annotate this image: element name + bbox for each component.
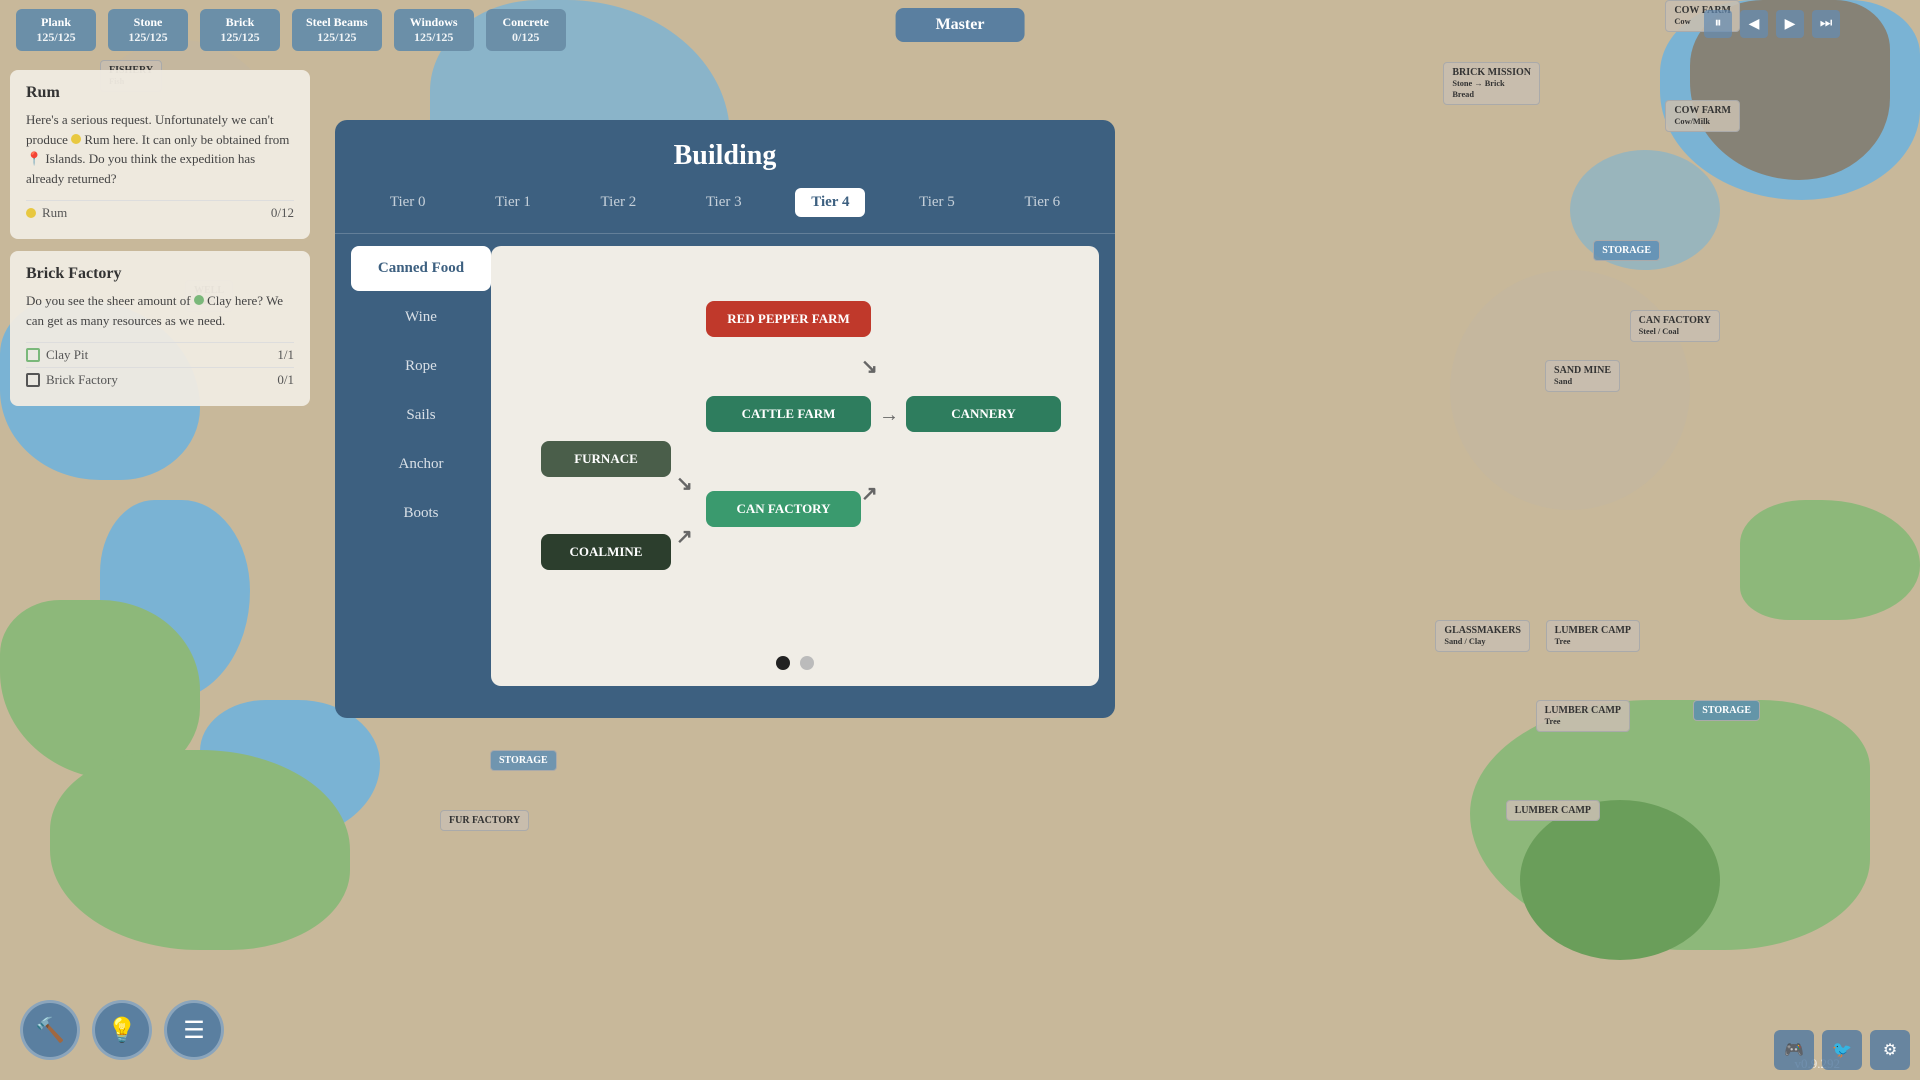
rewind-button[interactable]: ◀ — [1740, 10, 1768, 38]
resource-steel-beams: Steel Beams 125/125 — [292, 9, 382, 51]
play-button[interactable]: ▶ — [1776, 10, 1804, 38]
map-node-lumber-camp3: LUMBER CAMP — [1506, 800, 1600, 821]
node-cannery[interactable]: CANNERY — [906, 396, 1061, 432]
map-node-storage3: STORAGE — [490, 750, 557, 771]
resource-concrete: Concrete 0/125 — [486, 9, 566, 51]
quest-brick-body: Do you see the sheer amount of Clay here… — [26, 291, 294, 330]
tier-tab-5[interactable]: Tier 5 — [903, 188, 971, 217]
idea-button[interactable]: 💡 — [92, 1000, 152, 1060]
menu-button[interactable]: ☰ — [164, 1000, 224, 1060]
page-dots — [776, 656, 814, 670]
quest-brick-factory: Brick Factory Do you see the sheer amoun… — [10, 251, 310, 406]
tier-tabs[interactable]: Tier 0 Tier 1 Tier 2 Tier 3 Tier 4 Tier … — [335, 188, 1115, 234]
quest-rum: Rum Here's a serious request. Unfortunat… — [10, 70, 310, 239]
resource-plank: Plank 125/125 — [16, 9, 96, 51]
arrow-cattle-to-cannery: → — [879, 404, 899, 427]
node-furnace[interactable]: FURNACE — [541, 441, 671, 477]
node-red-pepper-farm[interactable]: RED PEPPER FARM — [706, 301, 871, 337]
clay-pit-icon — [26, 348, 40, 362]
pause-button[interactable]: ⏸ — [1704, 10, 1732, 38]
discord-button[interactable]: 🎮 — [1774, 1030, 1814, 1070]
hammer-button[interactable]: 🔨 — [20, 1000, 80, 1060]
map-node-lumber-camp1: LUMBER CAMPTree — [1546, 620, 1640, 652]
building-item-canned-food[interactable]: Canned Food — [351, 246, 491, 291]
modal-body: Canned Food Wine Rope Sails Anchor Boots… — [351, 234, 1099, 698]
map-node-sand-mine: SAND MINESand — [1545, 360, 1620, 392]
page-dot-2[interactable] — [800, 656, 814, 670]
resource-windows: Windows 125/125 — [394, 9, 474, 51]
tier-tab-4[interactable]: Tier 4 — [795, 188, 865, 217]
building-list[interactable]: Canned Food Wine Rope Sails Anchor Boots — [351, 234, 491, 698]
node-can-factory[interactable]: CAN FACTORY — [706, 491, 861, 527]
modal-title: Building — [335, 120, 1115, 188]
map-node-storage2: STORAGE — [1693, 700, 1760, 721]
quest-rum-title: Rum — [26, 84, 294, 102]
bottom-toolbar[interactable]: 🔨 💡 ☰ — [20, 1000, 224, 1060]
arrow-canfactory-to-cannery: ↗ — [861, 481, 878, 506]
tier-tab-2[interactable]: Tier 2 — [585, 188, 653, 217]
building-modal: Building Tier 0 Tier 1 Tier 2 Tier 3 Tie… — [335, 120, 1115, 718]
fast-forward-button[interactable]: ⏭ — [1812, 10, 1840, 38]
map-node-glassmakers: GLASSMAKERSSand / Clay — [1435, 620, 1530, 652]
tier-tab-1[interactable]: Tier 1 — [479, 188, 547, 217]
map-node-can-factory-map: CAN FACTORYSteel / Coal — [1630, 310, 1720, 342]
quest-clay-pit-item: Clay Pit 1/1 — [26, 342, 294, 367]
quest-brick-title: Brick Factory — [26, 265, 294, 283]
building-item-boots[interactable]: Boots — [351, 491, 491, 536]
resource-stone: Stone 125/125 — [108, 9, 188, 51]
tier-tab-6[interactable]: Tier 6 — [1008, 188, 1076, 217]
rum-icon — [26, 208, 36, 218]
page-dot-1[interactable] — [776, 656, 790, 670]
tier-tab-3[interactable]: Tier 3 — [690, 188, 758, 217]
arrow-furnace-to-canfactory: ↘ — [676, 471, 693, 496]
diagram-area: RED PEPPER FARM ↘ CATTLE FARM → CANNERY … — [491, 246, 1099, 686]
quest-brick-factory-item: Brick Factory 0/1 — [26, 367, 294, 392]
map-node-fur-factory: FUR FACTORY — [440, 810, 529, 831]
building-item-anchor[interactable]: Anchor — [351, 442, 491, 487]
map-node-lumber-camp2: LUMBER CAMPTree — [1536, 700, 1630, 732]
settings-button[interactable]: ⚙ — [1870, 1030, 1910, 1070]
tier-tab-0[interactable]: Tier 0 — [374, 188, 442, 217]
map-node-storage: STORAGE — [1593, 240, 1660, 261]
building-item-wine[interactable]: Wine — [351, 295, 491, 340]
quest-rum-item: Rum 0/12 — [26, 200, 294, 225]
map-node-cow-farm2: COW FARMCow/Milk — [1665, 100, 1740, 132]
resource-brick: Brick 125/125 — [200, 9, 280, 51]
social-buttons[interactable]: 🎮 🐦 ⚙ — [1774, 1030, 1910, 1070]
building-item-sails[interactable]: Sails — [351, 393, 491, 438]
brick-factory-icon — [26, 373, 40, 387]
playback-controls[interactable]: ⏸ ◀ ▶ ⏭ — [1704, 10, 1840, 38]
node-coalmine[interactable]: COALMINE — [541, 534, 671, 570]
building-item-rope[interactable]: Rope — [351, 344, 491, 389]
node-cattle-farm[interactable]: CATTLE FARM — [706, 396, 871, 432]
quest-rum-body: Here's a serious request. Unfortunately … — [26, 110, 294, 188]
twitter-button[interactable]: 🐦 — [1822, 1030, 1862, 1070]
map-node-brick-mission: BRICK MISSIONStone → BrickBread — [1443, 62, 1540, 105]
arrow-pepper-to-cannery: ↘ — [861, 354, 878, 379]
arrow-coalmine-to-furnace: ↗ — [676, 524, 693, 549]
top-bar: Plank 125/125 Stone 125/125 Brick 125/12… — [0, 0, 1920, 60]
left-panel: Rum Here's a serious request. Unfortunat… — [10, 70, 310, 418]
